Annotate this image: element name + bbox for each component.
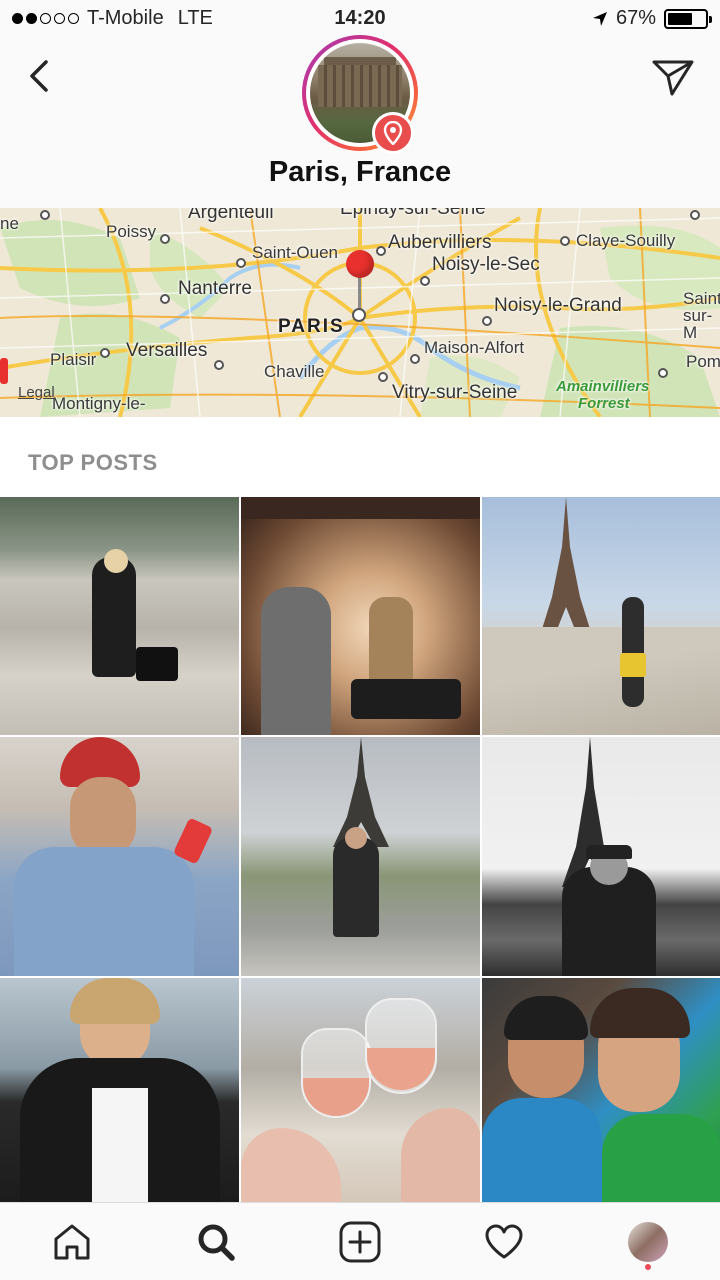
map-location-pin[interactable] xyxy=(346,250,374,278)
battery-icon xyxy=(664,8,712,29)
map-city-dot xyxy=(420,276,430,286)
nav-search[interactable] xyxy=(186,1212,246,1272)
post-thumbnail[interactable] xyxy=(482,497,720,735)
nav-activity[interactable] xyxy=(474,1212,534,1272)
map-city-dot xyxy=(378,372,388,382)
map-label: Aubervilliers xyxy=(388,232,492,253)
back-button[interactable] xyxy=(22,56,62,96)
nav-new-post[interactable] xyxy=(330,1212,390,1272)
post-thumbnail[interactable] xyxy=(241,497,480,735)
notification-dot xyxy=(645,1263,651,1270)
post-thumbnail[interactable] xyxy=(482,737,720,976)
map-label: Nanterre xyxy=(178,278,252,299)
status-right: 67% xyxy=(592,7,712,30)
location-pin-icon xyxy=(383,121,403,145)
map-legal-link[interactable]: Legal xyxy=(18,384,55,401)
map-label: ne xyxy=(0,214,19,233)
post-thumbnail[interactable] xyxy=(482,978,720,1203)
map-city-dot xyxy=(560,236,570,246)
home-icon xyxy=(54,1224,90,1259)
heart-icon xyxy=(485,1224,523,1258)
map-label: Montigny-le- xyxy=(52,394,146,413)
location-pin-badge xyxy=(372,112,414,154)
map-city-dot xyxy=(410,354,420,364)
nav-profile[interactable] xyxy=(618,1212,678,1272)
bottom-navigation xyxy=(0,1202,720,1280)
map-label: Versailles xyxy=(126,340,208,361)
map-city-dot xyxy=(160,234,170,244)
post-thumbnail[interactable] xyxy=(241,978,480,1203)
chevron-left-icon xyxy=(30,60,48,92)
map-label: Saint-Ouen xyxy=(252,243,338,262)
map-city-dot xyxy=(160,294,170,304)
map-label: Epinay-sur-Seine xyxy=(340,208,486,219)
map-label: Plaisir xyxy=(50,350,97,369)
location-map[interactable]: Argenteuil Epinay-sur-Seine Poissy ne Sa… xyxy=(0,208,720,417)
paper-plane-icon xyxy=(652,60,694,96)
map-label: Saint sur-M xyxy=(683,289,720,342)
map-label: Forrest xyxy=(578,395,630,412)
map-label: Amainvilliers xyxy=(556,378,650,395)
profile-avatar xyxy=(628,1221,668,1262)
map-city-dot xyxy=(236,258,246,268)
map-pin-stem xyxy=(358,274,361,312)
map-pin-base xyxy=(352,308,366,322)
map-label-paris: PARIS xyxy=(278,316,345,337)
map-label: Claye-Souilly xyxy=(576,231,676,250)
location-arrow-icon xyxy=(592,11,607,26)
map-label: Pom xyxy=(686,352,720,371)
map-label: Chaville xyxy=(264,362,325,381)
add-icon xyxy=(339,1221,381,1262)
map-label: Argenteuil xyxy=(188,208,274,223)
map-city-dot xyxy=(482,316,492,326)
map-label: Noisy-le-Grand xyxy=(494,295,622,316)
map-city-dot xyxy=(658,368,668,378)
map-label: Vitry-sur-Seine xyxy=(392,382,518,403)
map-city-dot xyxy=(100,348,110,358)
map-city-dot xyxy=(376,246,386,256)
top-posts-heading: TOP POSTS xyxy=(28,450,158,475)
search-icon xyxy=(198,1224,235,1261)
page-title: Paris, France xyxy=(268,156,452,188)
battery-percent: 67% xyxy=(615,7,656,29)
map-label: Maison-Alfort xyxy=(424,338,525,357)
post-thumbnail[interactable] xyxy=(241,737,480,976)
status-bar: T-Mobile LTE 14:20 67% xyxy=(0,0,720,38)
location-header: Paris, France xyxy=(0,35,720,208)
post-thumbnail[interactable] xyxy=(0,737,239,976)
post-thumbnail[interactable] xyxy=(0,497,239,735)
nav-home[interactable] xyxy=(42,1212,102,1272)
map-label: Poissy xyxy=(106,222,157,241)
share-button[interactable] xyxy=(650,54,696,100)
map-city-dot xyxy=(690,210,700,220)
map-label: Noisy-le-Sec xyxy=(432,254,540,275)
top-posts-grid xyxy=(0,497,720,1203)
post-thumbnail[interactable] xyxy=(0,978,239,1203)
map-city-dot xyxy=(40,210,50,220)
map-city-dot xyxy=(214,360,224,370)
